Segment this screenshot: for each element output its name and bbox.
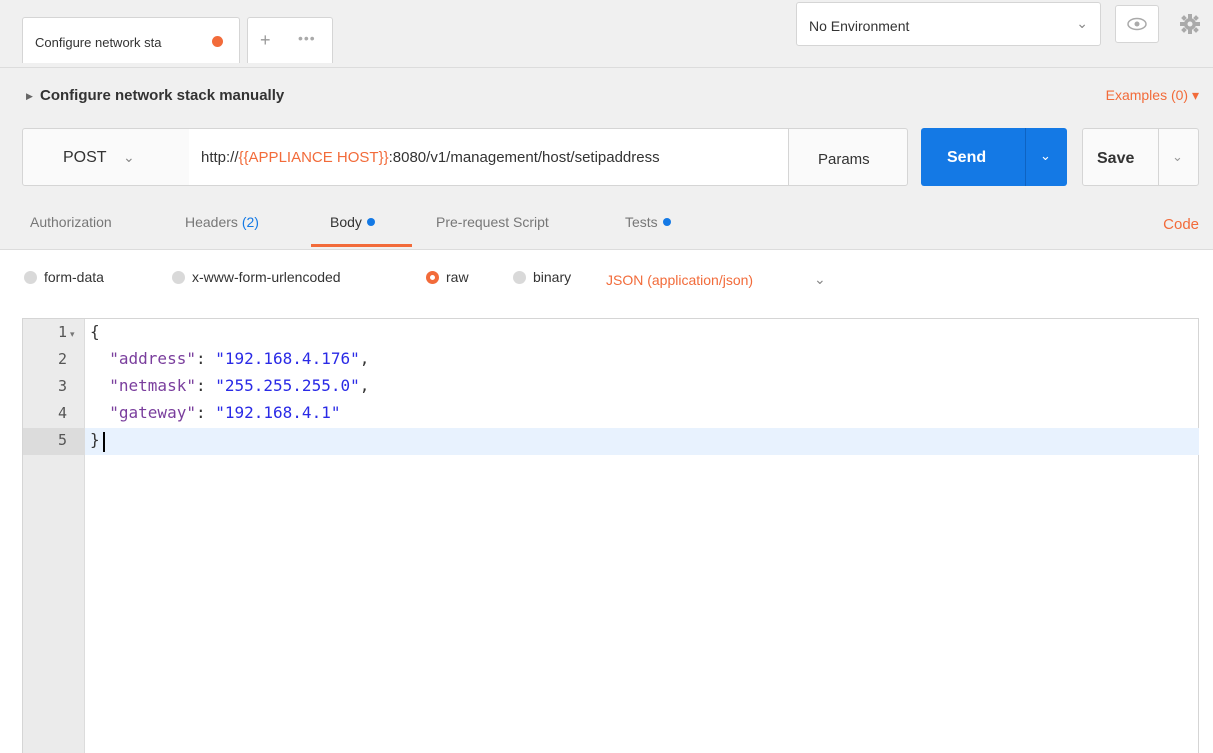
eye-icon <box>1127 17 1147 31</box>
code-link[interactable]: Code <box>1163 216 1199 233</box>
tests-indicator-dot-icon <box>662 218 671 226</box>
radio-off-icon <box>172 271 185 284</box>
url-variable: {{APPLIANCE HOST}} <box>238 149 389 166</box>
tab-authorization[interactable]: Authorization <box>30 214 112 230</box>
send-label: Send <box>947 149 987 166</box>
json-value: "255.255.255.0" <box>215 376 360 395</box>
line-number: 3 <box>57 377 67 395</box>
settings-button[interactable] <box>1168 5 1212 43</box>
line-number: 2 <box>57 350 67 368</box>
method-select[interactable]: POST ⌄ <box>22 128 190 186</box>
line-number: 4 <box>57 404 67 422</box>
body-mode-options: form-data x-www-form-urlencoded raw bina… <box>0 251 1213 317</box>
request-bar: POST ⌄ http://{{APPLIANCE HOST}}:8080/v1… <box>0 126 1213 198</box>
environment-label: No Environment <box>809 18 910 34</box>
radio-urlencoded-label: x-www-form-urlencoded <box>192 269 341 285</box>
radio-form-data[interactable]: form-data <box>24 269 104 285</box>
request-title-row: ▶ Configure network stack manually Examp… <box>0 68 1213 126</box>
chevron-down-icon[interactable]: ⌄ <box>814 271 826 288</box>
radio-binary[interactable]: binary <box>513 269 571 285</box>
more-tabs-button[interactable]: ••• <box>298 30 316 46</box>
tab-headers-label: Headers <box>185 214 238 230</box>
code-line: "address": "192.168.4.176", <box>109 349 370 368</box>
radio-form-data-label: form-data <box>44 269 104 285</box>
active-tab-indicator <box>311 244 412 247</box>
request-tabs: Authorization Headers (2) Body Pre-reque… <box>0 198 1213 250</box>
unsaved-dot-icon <box>212 36 223 47</box>
request-title[interactable]: Configure network stack manually <box>40 87 284 104</box>
chevron-down-icon: ⌄ <box>1076 15 1088 31</box>
save-options-button[interactable]: ⌄ <box>1158 128 1199 186</box>
radio-raw-label: raw <box>446 269 469 285</box>
json-key: "netmask" <box>109 376 196 395</box>
content-type-select[interactable]: JSON (application/json) <box>606 272 753 288</box>
code-line: "netmask": "255.255.255.0", <box>109 376 370 395</box>
request-tab-label: Configure network sta <box>35 35 162 50</box>
expand-caret-icon[interactable]: ▶ <box>26 91 33 102</box>
request-tab[interactable]: Configure network sta <box>22 17 240 63</box>
url-text: http://{{APPLIANCE HOST}}:8080/v1/manage… <box>201 149 660 166</box>
environment-select[interactable]: No Environment ⌄ <box>796 2 1101 46</box>
json-key: "address" <box>109 349 196 368</box>
chevron-down-icon: ⌄ <box>1172 149 1183 164</box>
caret-down-icon: ▾ <box>1191 87 1199 103</box>
radio-binary-label: binary <box>533 269 572 285</box>
headers-count: (2) <box>241 214 259 230</box>
radio-urlencoded[interactable]: x-www-form-urlencoded <box>172 269 341 285</box>
tab-tests-label: Tests <box>625 214 658 230</box>
url-input[interactable]: http://{{APPLIANCE HOST}}:8080/v1/manage… <box>189 128 789 186</box>
method-label: POST <box>63 149 107 166</box>
params-button[interactable]: Params <box>788 128 908 186</box>
tab-pre-request-script[interactable]: Pre-request Script <box>436 214 549 230</box>
fold-caret-icon[interactable]: ▾ <box>70 329 75 340</box>
send-button[interactable]: Send <box>921 128 1025 186</box>
tab-tests[interactable]: Tests <box>625 214 671 230</box>
code-line: { <box>90 322 100 341</box>
radio-on-icon <box>426 271 439 284</box>
json-comma: , <box>359 376 370 395</box>
line-number: 5 <box>57 431 67 449</box>
text-cursor <box>103 432 105 452</box>
save-button[interactable]: Save <box>1082 128 1159 186</box>
params-label: Params <box>818 151 870 168</box>
chevron-down-icon: ⌄ <box>123 149 135 165</box>
tab-actions: + ••• <box>247 17 333 63</box>
radio-raw[interactable]: raw <box>426 269 469 285</box>
environment-quick-look-button[interactable] <box>1115 5 1159 43</box>
tab-body[interactable]: Body <box>330 214 375 230</box>
top-bar: Configure network sta + ••• No Environme… <box>0 0 1213 68</box>
json-key: "gateway" <box>109 403 196 422</box>
body-editor[interactable]: ▾ 1 2 3 4 5 { "address": "192.168.4.176"… <box>22 318 1199 753</box>
line-number: 1 <box>57 323 67 341</box>
new-tab-button[interactable]: + <box>260 30 271 51</box>
examples-dropdown[interactable]: Examples (0) ▾ <box>1106 87 1199 104</box>
radio-off-icon <box>513 271 526 284</box>
tab-body-label: Body <box>330 214 362 230</box>
send-options-button[interactable]: ⌄ <box>1025 128 1067 186</box>
code-line: "gateway": "192.168.4.1" <box>109 403 341 422</box>
active-line-highlight <box>85 428 1199 455</box>
json-value: "192.168.4.176" <box>215 349 360 368</box>
examples-label: Examples (0) <box>1105 87 1189 103</box>
code-line: } <box>90 430 100 449</box>
json-value: "192.168.4.1" <box>215 403 341 422</box>
radio-off-icon <box>24 271 37 284</box>
url-prefix: http:// <box>201 149 239 166</box>
json-comma: , <box>359 349 370 368</box>
url-suffix: :8080/v1/management/host/setipaddress <box>388 149 660 166</box>
tab-headers[interactable]: Headers (2) <box>185 214 259 230</box>
gear-icon <box>1180 14 1200 34</box>
save-label: Save <box>1097 150 1135 167</box>
chevron-down-icon: ⌄ <box>1040 148 1051 163</box>
body-indicator-dot-icon <box>366 218 375 226</box>
